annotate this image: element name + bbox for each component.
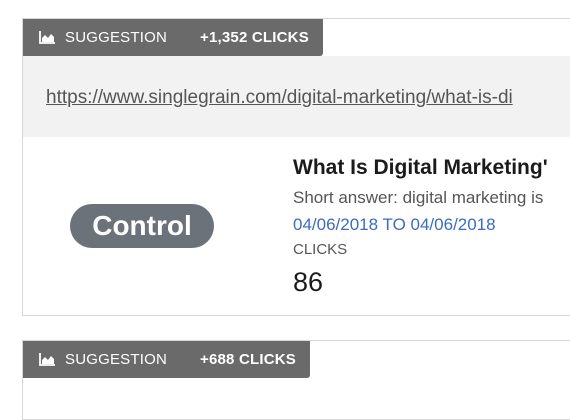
date-range-link[interactable]: 04/06/2018 TO 04/06/2018 [293,215,496,235]
suggestion-card: SUGGESTION +1,352 CLICKS https://www.sin… [22,18,570,316]
clicks-metric-value: 86 [293,267,324,297]
suggestion-label: SUGGESTION [65,351,168,368]
area-chart-icon [39,353,55,366]
area-chart-icon [39,31,55,44]
suggestion-url-link[interactable]: https://www.singlegrain.com/digital-mark… [46,87,513,109]
suggestion-tag: SUGGESTION +1,352 CLICKS [23,19,323,56]
result-title: What Is Digital Marketing' [293,156,548,179]
suggestion-card: SUGGESTION +688 CLICKS [22,340,570,420]
suggestion-clicks: +1,352 CLICKS [200,29,309,46]
suggestion-label: SUGGESTION [65,29,168,46]
result-snippet: Short answer: digital marketing is [293,188,544,207]
suggestion-clicks: +688 CLICKS [200,351,297,368]
control-badge: Control [70,204,214,248]
suggestion-tag: SUGGESTION +688 CLICKS [23,341,311,378]
url-band: https://www.singlegrain.com/digital-mark… [23,56,570,137]
clicks-metric-label: CLICKS [293,241,348,258]
